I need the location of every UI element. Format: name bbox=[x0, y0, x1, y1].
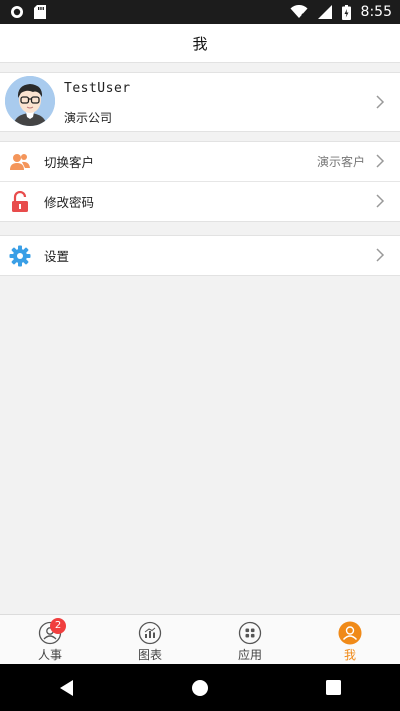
status-bar: 8:55 bbox=[0, 0, 400, 24]
chevron-right-icon bbox=[376, 154, 385, 168]
menu-label: 设置 bbox=[44, 249, 70, 264]
tab-me[interactable]: 我 bbox=[300, 615, 400, 664]
menu-value: 演示客户 bbox=[316, 155, 365, 169]
sd-card-icon bbox=[34, 5, 46, 19]
chevron-right-icon bbox=[376, 194, 385, 208]
signal-icon bbox=[317, 5, 332, 19]
system-nav-bar bbox=[0, 664, 400, 711]
username: TestUser bbox=[64, 81, 131, 96]
back-triangle-icon bbox=[59, 679, 73, 696]
battery-icon bbox=[341, 4, 351, 20]
tab-label: 应用 bbox=[237, 648, 262, 662]
back-button[interactable] bbox=[52, 673, 82, 703]
profile-card[interactable]: TestUser 演示公司 bbox=[0, 72, 400, 132]
company-name: 演示公司 bbox=[64, 111, 113, 125]
chevron-right-icon bbox=[376, 95, 385, 109]
chevron-right-icon bbox=[376, 248, 385, 262]
tab-label: 人事 bbox=[37, 648, 62, 662]
tab-label: 图表 bbox=[137, 648, 162, 662]
menu-group-account: 切换客户 演示客户 修改密码 bbox=[0, 141, 400, 222]
recents-square-icon bbox=[325, 680, 341, 695]
app-header: 我 bbox=[0, 24, 400, 63]
avatar-illustration-icon bbox=[5, 76, 55, 126]
menu-label: 切换客户 bbox=[44, 155, 95, 170]
screen: 8:55 我 TestUser 演示公司 切换客户 演示客户 修改密码 设置 2… bbox=[0, 0, 400, 711]
tab-label: 我 bbox=[343, 648, 356, 662]
avatar[interactable] bbox=[5, 76, 55, 126]
menu-group-settings: 设置 bbox=[0, 235, 400, 276]
gear-icon bbox=[9, 245, 31, 266]
user-icon bbox=[338, 621, 362, 645]
page-title: 我 bbox=[192, 34, 208, 53]
recents-button[interactable] bbox=[318, 673, 348, 703]
menu-item-switch-customer[interactable]: 切换客户 演示客户 bbox=[0, 142, 400, 181]
notification-badge: 2 bbox=[50, 618, 66, 634]
circle-notification-icon bbox=[11, 6, 23, 18]
home-button[interactable] bbox=[185, 673, 215, 703]
tab-charts[interactable]: 图表 bbox=[100, 615, 200, 664]
lock-icon bbox=[12, 190, 28, 212]
tab-apps[interactable]: 应用 bbox=[200, 615, 300, 664]
tab-personnel[interactable]: 2 人事 bbox=[0, 615, 100, 664]
apps-icon bbox=[238, 621, 262, 645]
status-right: 8:55 bbox=[290, 4, 392, 20]
tab-bar: 2 人事 图表 应用 我 bbox=[0, 614, 400, 664]
switch-customer-icon bbox=[10, 153, 30, 170]
status-time: 8:55 bbox=[360, 4, 392, 20]
chart-icon bbox=[138, 621, 162, 645]
status-left bbox=[10, 5, 46, 19]
home-circle-icon bbox=[191, 679, 208, 696]
wifi-icon bbox=[290, 5, 308, 19]
menu-item-change-password[interactable]: 修改密码 bbox=[0, 181, 400, 221]
menu-item-settings[interactable]: 设置 bbox=[0, 236, 400, 275]
menu-label: 修改密码 bbox=[44, 195, 95, 210]
